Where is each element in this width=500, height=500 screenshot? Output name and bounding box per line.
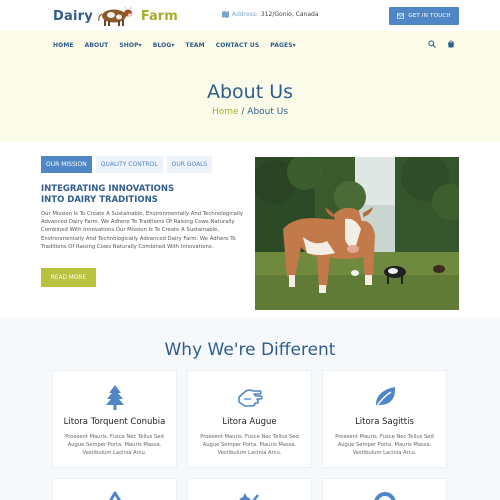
nav-actions — [428, 40, 466, 48]
card-text: Proesent Mauris. Fusce Nec Tellus Sed Au… — [200, 434, 299, 456]
card-text: Proesent Mauris. Fusce Nec Tellus Sed Au… — [65, 434, 164, 456]
cart-icon[interactable] — [447, 40, 455, 48]
nav-item-label: HOME — [53, 41, 74, 49]
cow-photo — [255, 157, 459, 310]
logo-text-dairy: Dairy — [53, 8, 93, 24]
card-title: Litora Augue — [222, 417, 277, 427]
nav-item-shop[interactable]: SHOP▾ — [119, 42, 141, 49]
search-icon[interactable] — [428, 40, 436, 48]
nav-item-label: PAGES — [270, 41, 293, 49]
page-title: About Us — [206, 81, 294, 103]
get-in-touch-label: GET IN TOUCH — [408, 13, 451, 19]
about-heading-line: INTO DAIRY TRADITIONS — [41, 195, 158, 205]
about-heading: INTEGRATING INNOVATIONS INTO DAIRY TRADI… — [41, 184, 241, 206]
nav-menu: HOME ABOUT SHOP▾ BLOG▾ TEAM CONTACT US P… — [53, 31, 307, 59]
address-info: Address: 312/Gonio, Canada — [222, 11, 319, 18]
envelope-icon — [397, 13, 405, 19]
feature-card — [187, 478, 312, 500]
nav-item-contact[interactable]: CONTACT US — [216, 42, 260, 49]
hand-icon — [238, 389, 263, 407]
feature-card — [322, 478, 447, 500]
leaf-icon — [375, 387, 396, 408]
nav-item-team[interactable]: TEAM — [186, 42, 205, 49]
nav-item-home[interactable]: HOME — [53, 42, 74, 49]
feature-card — [52, 478, 177, 500]
tab-our-goals[interactable]: OUR GOALS — [166, 156, 213, 173]
card-text: Proesent Mauris. Fusce Nec Tellus Sed Au… — [335, 434, 434, 456]
tab-quality-control[interactable]: QUALITY CONTROL — [95, 156, 163, 173]
nav-item-label: ABOUT — [84, 41, 109, 49]
nav-item-label: TEAM — [185, 41, 205, 49]
nav-item-label: CONTACT US — [215, 41, 260, 49]
map-icon — [222, 11, 229, 18]
card-title: Litora Sagittis — [355, 417, 414, 427]
why-title: Why We're Different — [164, 340, 336, 360]
breadcrumb-current: About Us — [247, 107, 289, 117]
about-description: Our Mission Is To Create A Sustainable, … — [41, 211, 243, 250]
chevron-down-icon: ▾ — [292, 41, 296, 49]
address-label: Address: — [232, 11, 258, 18]
about-heading-line: INTEGRATING INNOVATIONS — [41, 184, 175, 194]
read-more-button[interactable]: READ MORE — [41, 268, 96, 287]
card-title: Litora Torquent Conubia — [63, 417, 166, 427]
tree-icon — [106, 385, 124, 410]
logo-text-farm: Farm — [140, 8, 178, 24]
breadcrumb-separator: / — [238, 107, 248, 117]
recycle-icon — [109, 491, 121, 500]
main-navigation: HOME ABOUT SHOP▾ BLOG▾ TEAM CONTACT US P… — [0, 31, 500, 59]
breadcrumb-home-link[interactable]: Home — [212, 107, 239, 117]
feature-card: Litora Augue Proesent Mauris. Fusce Nec … — [187, 370, 312, 468]
sparkle-tool-icon — [239, 493, 259, 500]
top-header: Dairy Farm Address: 312/Gonio, Canada GE… — [0, 0, 500, 31]
page-banner: About Us Home / About Us — [0, 59, 500, 141]
tab-our-mission[interactable]: OUR MISSION — [41, 156, 92, 173]
nav-item-label: BLOG — [152, 41, 172, 49]
nav-item-pages[interactable]: PAGES▾ — [270, 42, 295, 49]
lifebuoy-icon — [374, 492, 396, 500]
nav-item-blog[interactable]: BLOG▾ — [153, 42, 175, 49]
get-in-touch-button[interactable]: GET IN TOUCH — [389, 7, 459, 25]
feature-card: Litora Torquent Conubia Proesent Mauris.… — [52, 370, 177, 468]
about-tabs: OUR MISSION QUALITY CONTROL OUR GOALS — [41, 156, 216, 173]
chevron-down-icon: ▾ — [171, 41, 175, 49]
cow-logo-icon — [98, 6, 133, 26]
site-logo[interactable]: Dairy Farm — [53, 4, 178, 28]
address-value: 312/Gonio, Canada — [260, 11, 319, 18]
chevron-down-icon: ▾ — [138, 41, 142, 49]
feature-card: Litora Sagittis Proesent Mauris. Fusce N… — [322, 370, 447, 468]
nav-item-label: SHOP — [119, 41, 139, 49]
breadcrumb: Home / About Us — [0, 107, 500, 117]
nav-item-about[interactable]: ABOUT — [85, 42, 109, 49]
